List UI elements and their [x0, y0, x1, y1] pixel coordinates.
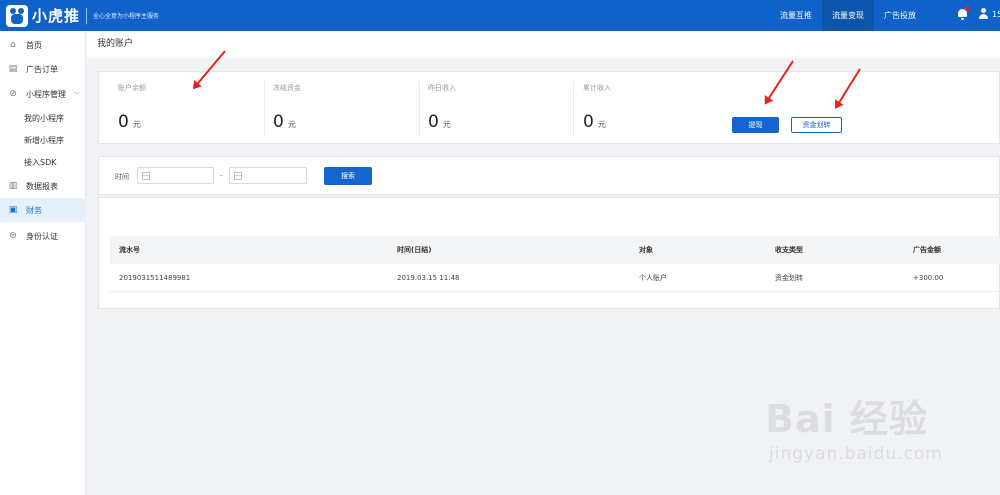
sidebar-item-add-miniprogram[interactable]: 新增小程序 — [0, 128, 86, 152]
calendar-icon — [234, 172, 242, 180]
table-row: 2019031511489981 2019.03.15 11:48 个人账户 资… — [110, 264, 1000, 292]
divider — [264, 81, 265, 136]
cell-time: 2019.03.15 11:48 — [397, 274, 460, 282]
sidebar-item-my-miniprogram[interactable]: 我的小程序 — [0, 106, 86, 130]
cell-serial: 2019031511489981 — [119, 274, 191, 282]
cell-amount: +300.00 — [913, 274, 944, 282]
account-summary-card: 账户余额 0元 冻结资金 0元 昨日收入 0元 累计收入 0元 提现 资金划转 — [98, 71, 1000, 144]
sidebar: ⌂ 首页 ▤ 广告订单 ⊘ 小程序管理 ﹀ 我的小程序 新增小程序 接入SDK … — [0, 31, 86, 495]
sidebar-item-label: 小程序管理 — [26, 89, 66, 99]
order-icon: ▤ — [8, 64, 18, 74]
sidebar-item-miniprogram-manage[interactable]: ⊘ 小程序管理 ﹀ — [0, 82, 86, 106]
start-date-input[interactable] — [137, 167, 214, 184]
cell-type: 资金划转 — [775, 274, 803, 282]
sidebar-item-label: 数据报表 — [26, 181, 58, 191]
topnav-traffic-exchange[interactable]: 流量互推 — [770, 0, 822, 31]
time-label: 时间 — [115, 173, 129, 181]
sidebar-item-home[interactable]: ⌂ 首页 — [0, 33, 86, 57]
column-header: 时间(日结) — [397, 246, 432, 254]
transfer-button[interactable]: 资金划转 — [791, 117, 842, 133]
search-button[interactable]: 搜索 — [324, 167, 372, 185]
sidebar-item-label: 新增小程序 — [24, 135, 64, 145]
withdraw-button[interactable]: 提现 — [732, 117, 779, 133]
filter-card: 时间 - 搜索 — [98, 156, 1000, 195]
stat-label: 累计收入 — [583, 84, 611, 92]
user-menu[interactable]: 15 — [978, 8, 1000, 20]
page-title: 我的账户 — [87, 31, 1000, 58]
miniprogram-icon: ⊘ — [9, 89, 17, 99]
chart-icon: ▥ — [8, 181, 18, 191]
home-icon: ⌂ — [10, 40, 16, 50]
finance-icon: ▣ — [8, 205, 18, 215]
range-separator: - — [220, 172, 223, 180]
brand-name: 小虎推 — [32, 7, 81, 25]
id-icon: ⊜ — [9, 231, 17, 241]
column-header: 收支类型 — [775, 246, 803, 254]
top-bar: 小虎推 全心全意为小程序主服务 流量互推 流量变现 广告投放 15 — [0, 0, 1000, 31]
sidebar-item-label: 我的小程序 — [24, 113, 64, 123]
tiger-logo-icon — [6, 4, 28, 27]
sidebar-item-label: 接入SDK — [24, 157, 57, 167]
top-nav: 流量互推 流量变现 广告投放 — [770, 0, 926, 31]
sidebar-item-label: 身份认证 — [26, 231, 58, 241]
column-header: 对象 — [639, 246, 653, 254]
chevron-down-icon: ﹀ — [73, 91, 80, 99]
brand-slogan: 全心全意为小程序主服务 — [93, 13, 160, 20]
sidebar-item-identity[interactable]: ⊜ 身份认证 — [0, 224, 86, 248]
end-date-input[interactable] — [229, 167, 307, 184]
user-icon — [978, 8, 989, 20]
user-name: 15 — [992, 9, 1000, 19]
sidebar-item-finance[interactable]: ▣ 财务 — [0, 198, 86, 222]
divider — [573, 81, 574, 136]
stat-value: 0元 — [583, 112, 606, 132]
column-header: 流水号 — [119, 246, 140, 254]
cell-target: 个人账户 — [639, 274, 667, 282]
sidebar-item-label: 广告订单 — [26, 64, 58, 74]
watermark-url: jingyan.baidu.com — [769, 444, 943, 464]
watermark-primary: Bai 经验 — [765, 397, 928, 441]
logo[interactable]: 小虎推 全心全意为小程序主服务 — [6, 4, 159, 27]
stat-label: 账户余额 — [118, 84, 146, 92]
transactions-card: 流水号 时间(日结) 对象 收支类型 广告金额 2019031511489981… — [98, 197, 1000, 309]
stat-label: 昨日收入 — [428, 84, 456, 92]
notification-bell-icon[interactable] — [957, 7, 969, 20]
divider — [419, 81, 420, 136]
topnav-ad-placement[interactable]: 广告投放 — [874, 0, 926, 31]
calendar-icon — [142, 172, 150, 180]
table-header: 流水号 时间(日结) 对象 收支类型 广告金额 — [110, 236, 1000, 264]
logo-divider — [86, 7, 88, 24]
stat-value: 0元 — [273, 112, 296, 132]
sidebar-item-ad-orders[interactable]: ▤ 广告订单 — [0, 57, 86, 81]
stat-value: 0元 — [118, 112, 141, 132]
topnav-traffic-monetize[interactable]: 流量变现 — [822, 0, 874, 31]
baidu-watermark: Bai 经验 jingyan.baidu.com — [765, 388, 955, 478]
sidebar-item-data-report[interactable]: ▥ 数据报表 — [0, 174, 86, 198]
stat-label: 冻结资金 — [273, 84, 301, 92]
stat-value: 0元 — [428, 112, 451, 132]
sidebar-item-label: 首页 — [26, 40, 42, 50]
sidebar-item-sdk[interactable]: 接入SDK — [0, 150, 86, 174]
column-header: 广告金额 — [913, 246, 941, 254]
sidebar-item-label: 财务 — [26, 205, 42, 215]
